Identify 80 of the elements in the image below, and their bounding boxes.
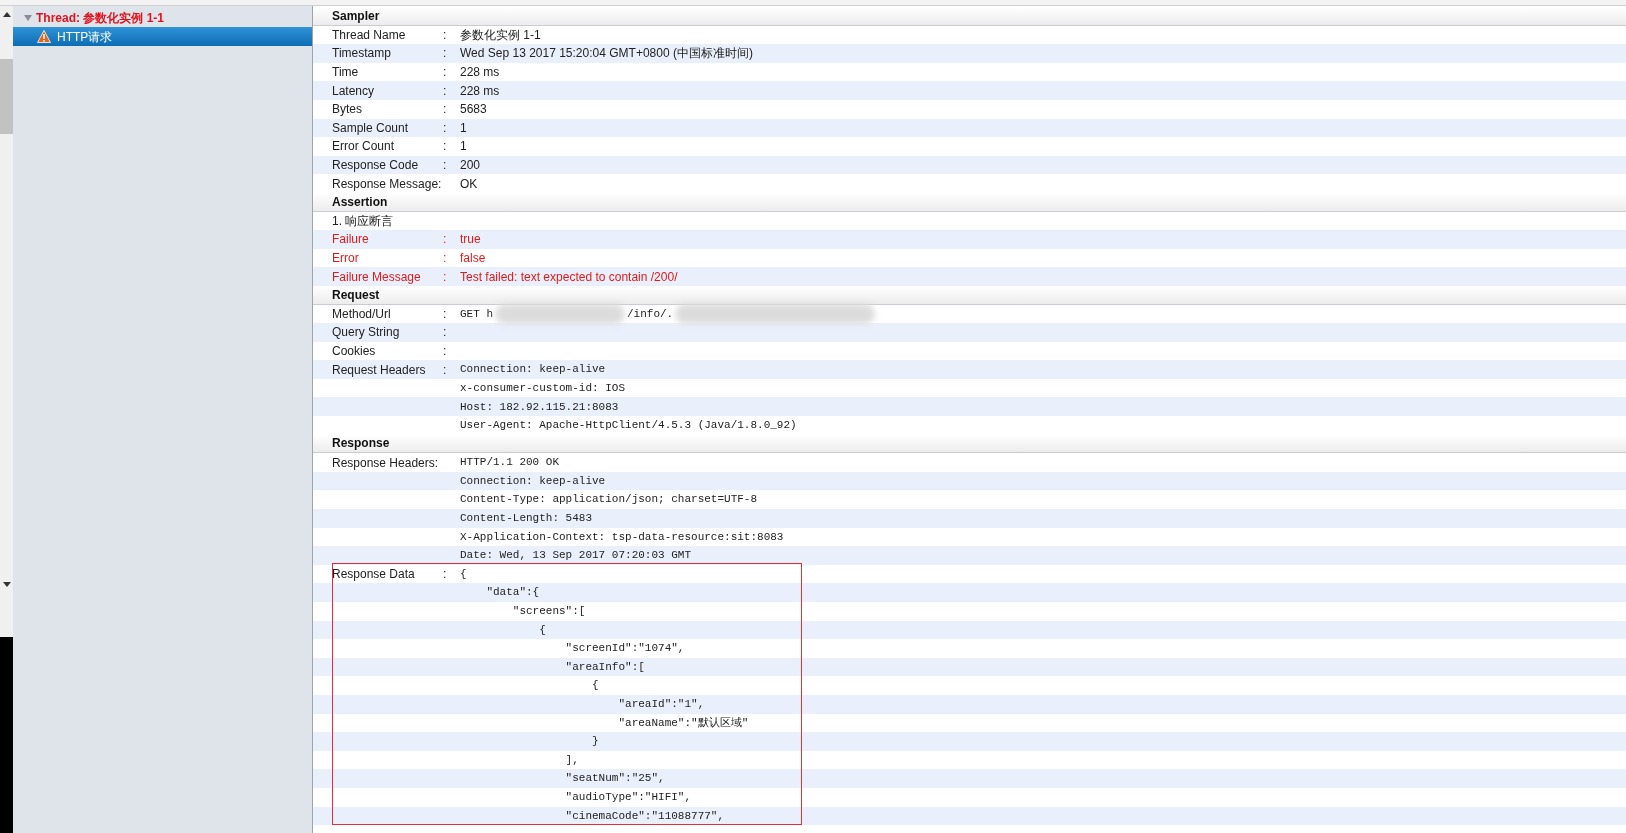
field-value: Content-Length: 5483 (460, 511, 593, 527)
separator: : (443, 139, 447, 154)
field-value: "audioType":"HIFI", (564, 790, 692, 805)
field-label: Error Count (332, 139, 395, 154)
field-value: { (538, 622, 546, 638)
field-value: 参数化实例 1-1 (460, 26, 541, 44)
field-label: Time (332, 65, 359, 80)
separator: : (443, 158, 447, 173)
field-label: Failure Message (332, 269, 421, 284)
separator: : (443, 325, 447, 340)
field-label: Query String (332, 325, 400, 340)
field-label: Latency (332, 83, 375, 98)
field-value: 1 (460, 119, 467, 137)
field-value: User-Agent: Apache-HttpClient/4.5.3 (Java/1.8.0_92) (460, 418, 797, 434)
field-value: Test failed: text expected to contain /200/ (460, 268, 678, 286)
field-value: 200 (460, 157, 481, 175)
field-value: 228 ms (460, 64, 500, 82)
tree-item[interactable]: HTTP请求 (13, 27, 312, 46)
up-arrow-icon (2, 11, 11, 17)
field-value: /info/. (627, 306, 674, 322)
field-label: Thread Name (332, 27, 406, 42)
field-value: { (591, 678, 599, 694)
field-label: Response Message: (332, 176, 442, 191)
field-label: Response Data (332, 567, 415, 582)
field-value: X-Application-Context: tsp-data-resource:sit:8083 (460, 529, 784, 545)
field-value: false (460, 250, 486, 267)
field-label: Bytes (332, 102, 362, 117)
field-value: Content-Type: application/json; charset=UTF-8 (460, 492, 758, 508)
field-value: 5683 (460, 101, 487, 119)
field-value: GET h (460, 306, 493, 322)
field-value: "screenId":"1074", (564, 641, 685, 657)
separator: : (443, 344, 447, 358)
down-arrow-icon (2, 581, 11, 587)
field-value: "screens":[ (511, 604, 586, 620)
field-value: Date: Wed, 13 Sep 2017 07:20:03 GMT (460, 548, 692, 564)
tree-item[interactable]: Thread: 参数化实例 1-1 (13, 8, 312, 27)
field-value: 1 (460, 138, 467, 156)
field-value: "seatNum":"25", (564, 771, 665, 787)
field-value: } (591, 734, 599, 750)
field-label: Method/Url (332, 306, 391, 321)
separator: : (443, 120, 447, 135)
field-value: "areaName":"默认区域" (617, 715, 749, 731)
field-label: Timestamp (332, 46, 391, 61)
separator: : (443, 269, 447, 284)
separator: : (443, 102, 447, 117)
separator: : (443, 27, 447, 42)
field-label: Failure (332, 232, 369, 247)
field-label: Response Code (332, 158, 419, 173)
separator: : (443, 65, 447, 80)
field-value: ], (564, 752, 579, 768)
field-value: "areaId":"1", (617, 697, 705, 712)
scrollbar-thumb[interactable] (0, 59, 13, 134)
field-label: 1. 响应断言 (332, 213, 394, 228)
section-header: Sampler (313, 7, 1626, 26)
field-value: HTTP/1.1 200 OK (460, 455, 560, 471)
field-value: Connection: keep-alive (460, 362, 606, 378)
field-label: Response Headers: (332, 455, 439, 470)
separator: : (443, 83, 447, 98)
field-label: Sample Count (332, 120, 409, 135)
field-value: 228 ms (460, 82, 500, 100)
field-value: true (460, 231, 481, 249)
field-value: "data":{ (485, 585, 540, 601)
field-value: Wed Sep 13 2017 15:20:04 GMT+0800 (中国标准时间) (460, 45, 753, 63)
field-label: Cookies (332, 344, 376, 358)
field-value: x-consumer-custom-id: IOS (460, 380, 626, 396)
separator: : (443, 362, 447, 377)
expand-triangle-icon[interactable] (23, 12, 33, 23)
field-value: "cinemaCode":"11088777", (564, 808, 725, 824)
separator: : (443, 251, 447, 265)
field-value: "areaInfo":[ (564, 659, 645, 675)
separator: : (443, 306, 447, 321)
field-value: OK (460, 175, 478, 193)
field-value: { (460, 566, 467, 582)
separator: : (443, 46, 447, 61)
field-value: Host: 182.92.115.21:8083 (460, 399, 619, 415)
field-label: Error (332, 251, 359, 265)
separator: : (443, 232, 447, 247)
field-label: Request Headers (332, 362, 426, 377)
field-value: Connection: keep-alive (460, 473, 606, 489)
separator: : (443, 567, 447, 582)
